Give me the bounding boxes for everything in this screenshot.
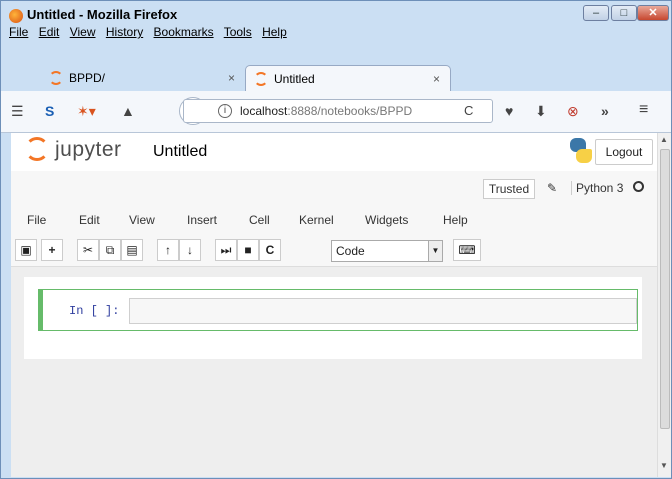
- jupyter-action-toolbar: ▣ + ✂ ⧉ ▤ ↑ ↓ ⏭ ■ C Code ▼ ⌨: [11, 235, 657, 265]
- kernel-indicator-icon: [633, 181, 644, 192]
- restart-icon[interactable]: C: [259, 239, 281, 261]
- notebook-container: In [ ]:: [24, 277, 642, 359]
- tab-label: BPPD/: [69, 71, 106, 85]
- menu-tools[interactable]: Tools: [224, 25, 252, 39]
- tab-untitled[interactable]: Untitled ×: [245, 65, 451, 91]
- jupyter-menu: File Edit View Insert Cell Kernel Widget…: [11, 209, 657, 233]
- stop-icon[interactable]: ■: [237, 239, 259, 261]
- scroll-down-icon[interactable]: ▼: [660, 461, 668, 470]
- close-window-button[interactable]: ✕: [637, 5, 669, 21]
- title-bar[interactable]: Untitled - Mozilla Firefox File Edit Vie…: [1, 1, 671, 41]
- cut-icon[interactable]: ✂: [77, 239, 99, 261]
- menu-view[interactable]: View: [70, 25, 96, 39]
- reload-icon[interactable]: C: [464, 103, 473, 118]
- url-bar[interactable]: i localhost:8888/notebooks/BPPD C: [183, 99, 493, 123]
- rss-icon[interactable]: ☰: [11, 103, 24, 120]
- navigation-toolbar: ☰ S ✶▾ ▲ ← i localhost:8888/notebooks/BP…: [1, 91, 671, 133]
- maximize-button[interactable]: □: [611, 5, 637, 21]
- logout-button[interactable]: Logout: [595, 139, 653, 165]
- jupyter-logo-icon[interactable]: [25, 137, 49, 161]
- url-text: localhost:8888/notebooks/BPPD: [240, 104, 412, 118]
- kernel-name: Python 3: [571, 181, 623, 195]
- jmenu-help[interactable]: Help: [443, 213, 468, 227]
- jmenu-widgets[interactable]: Widgets: [365, 213, 408, 227]
- jupyter-tab-icon: [254, 72, 268, 86]
- scroll-up-icon[interactable]: ▲: [660, 135, 668, 144]
- save-icon[interactable]: ▣: [15, 239, 37, 261]
- tab-close-icon[interactable]: ×: [228, 71, 235, 85]
- scroll-thumb[interactable]: [660, 149, 670, 429]
- menu-bookmarks[interactable]: Bookmarks: [154, 25, 214, 39]
- paste-icon[interactable]: ▤: [121, 239, 143, 261]
- code-input[interactable]: [129, 298, 637, 324]
- move-down-icon[interactable]: ↓: [179, 239, 201, 261]
- python-logo-icon: [567, 138, 595, 164]
- jmenu-file[interactable]: File: [27, 213, 46, 227]
- jupyter-toolbar-panel: Trusted ✎ Python 3 File Edit View Insert…: [11, 171, 657, 267]
- window-title: Untitled - Mozilla Firefox: [27, 7, 178, 22]
- copy-icon[interactable]: ⧉: [99, 239, 121, 261]
- tab-close-icon[interactable]: ×: [433, 72, 440, 86]
- chevron-down-icon: ▼: [428, 241, 442, 261]
- keyboard-icon[interactable]: ⌨: [453, 239, 481, 261]
- run-icon[interactable]: ⏭: [215, 239, 237, 261]
- extension-icon[interactable]: ✶▾: [77, 103, 96, 120]
- menu-help[interactable]: Help: [262, 25, 287, 39]
- pencil-icon[interactable]: ✎: [547, 181, 557, 195]
- s-icon[interactable]: S: [45, 103, 54, 119]
- url-path: :8888/notebooks/BPPD: [287, 104, 413, 118]
- jmenu-view[interactable]: View: [129, 213, 155, 227]
- tab-bppd[interactable]: BPPD/ ×: [23, 65, 245, 91]
- jmenu-insert[interactable]: Insert: [187, 213, 217, 227]
- code-cell[interactable]: In [ ]:: [38, 289, 638, 331]
- cell-type-select[interactable]: Code ▼: [331, 240, 443, 262]
- cell-prompt: In [ ]:: [69, 304, 120, 318]
- notebook-title[interactable]: Untitled: [153, 143, 207, 161]
- jupyter-brand[interactable]: jupyter: [55, 138, 122, 162]
- minimize-button[interactable]: –: [583, 5, 609, 21]
- jmenu-edit[interactable]: Edit: [79, 213, 100, 227]
- jmenu-cell[interactable]: Cell: [249, 213, 270, 227]
- jupyter-header: jupyter Untitled Logout: [11, 133, 657, 171]
- move-up-icon[interactable]: ↑: [157, 239, 179, 261]
- url-host: localhost: [240, 104, 288, 118]
- insert-cell-icon[interactable]: +: [41, 239, 63, 261]
- overflow-icon[interactable]: »: [601, 103, 609, 119]
- menu-edit[interactable]: Edit: [39, 25, 60, 39]
- info-icon[interactable]: i: [218, 104, 232, 118]
- firefox-icon: [9, 9, 23, 23]
- trusted-badge[interactable]: Trusted: [483, 179, 535, 199]
- download-icon[interactable]: ⬇: [535, 103, 547, 120]
- menu-file[interactable]: File: [9, 25, 28, 39]
- library-icon[interactable]: ▲: [121, 103, 135, 119]
- jmenu-kernel[interactable]: Kernel: [299, 213, 334, 227]
- hamburger-menu-icon[interactable]: ≡: [639, 101, 648, 119]
- menu-bar: File Edit View History Bookmarks Tools H…: [9, 25, 294, 39]
- vertical-scrollbar[interactable]: ▲ ▼: [657, 133, 671, 477]
- cell-type-value: Code: [336, 244, 365, 258]
- page-content: jupyter Untitled Logout Trusted ✎ Python…: [11, 133, 657, 477]
- menu-history[interactable]: History: [106, 25, 143, 39]
- tab-label: Untitled: [274, 72, 315, 86]
- pocket-icon[interactable]: ♥: [505, 103, 513, 119]
- block-icon[interactable]: ⊗: [567, 103, 579, 120]
- jupyter-tab-icon: [49, 71, 63, 85]
- firefox-window: Untitled - Mozilla Firefox File Edit Vie…: [0, 0, 672, 479]
